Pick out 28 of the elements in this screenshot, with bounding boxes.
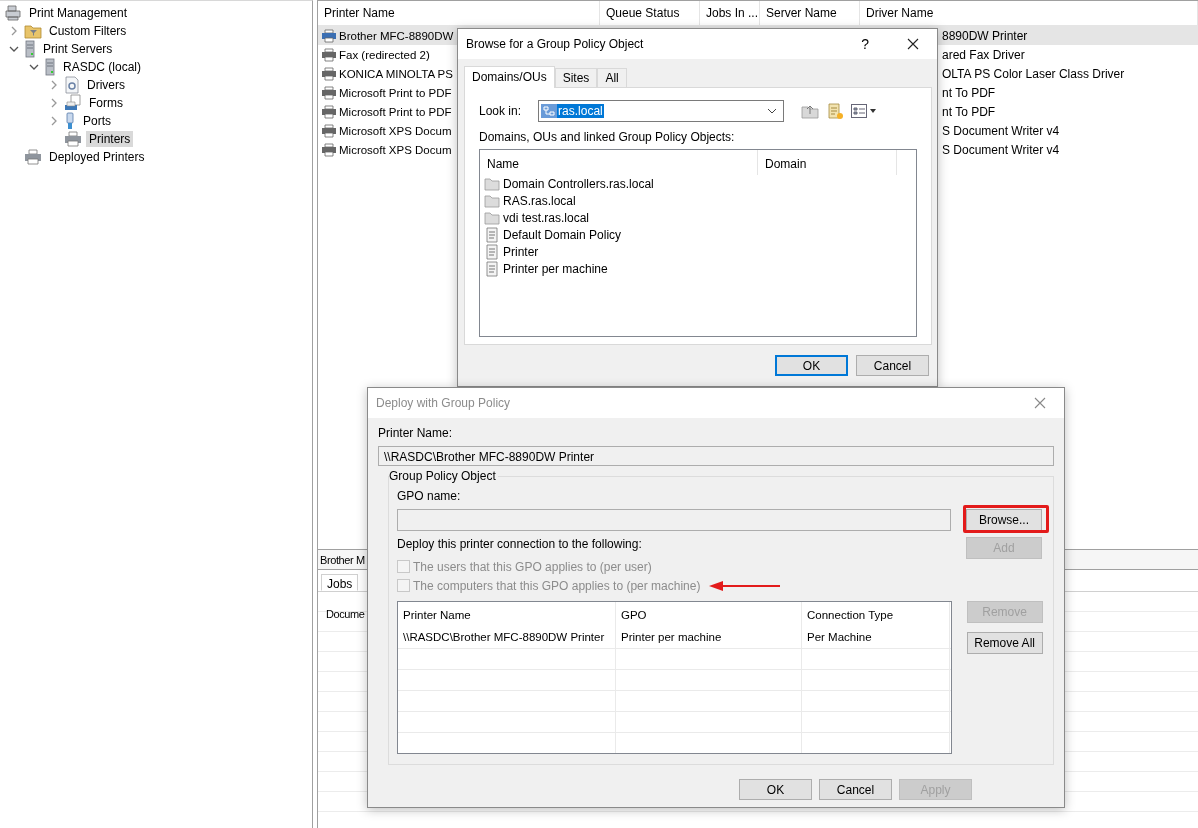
table-cell: \\RASDC\Brother MFC-8890DW Printer	[398, 628, 616, 648]
field-label: Look in:	[479, 104, 522, 118]
table-cell-text: OLTA PS Color Laser Class Driver	[942, 66, 1126, 81]
table-cell: Microsoft Print to PDF	[339, 105, 452, 118]
table-cell-text: S Document Writer v4	[942, 123, 1061, 138]
table-cell: Microsoft XPS Docum	[339, 124, 452, 137]
table-cell: Printer per machine	[616, 628, 802, 648]
table-cell-text: 8890DW Printer	[942, 28, 1029, 43]
checkbox-label: The computers that this GPO applies to (per machine)	[413, 578, 701, 593]
table-cell-text: ared Fax Driver	[942, 47, 1026, 62]
list-label: Domains, OUs and linked Group Policy Objects:	[479, 130, 736, 144]
table-cell-text: nt To PDF	[942, 85, 997, 100]
dialog-title: Deploy with Group Policy	[376, 396, 512, 410]
table-cell-text: nt To PDF	[942, 104, 997, 119]
pane-title: Brother M	[320, 554, 365, 566]
group-title: Group Policy Object	[389, 469, 498, 483]
field-label: Printer Name:	[378, 426, 454, 440]
table-cell-text: S Document Writer v4	[942, 142, 1061, 157]
table-cell: KONICA MINOLTA PS	[339, 67, 453, 80]
table-cell: Microsoft Print to PDF	[339, 86, 452, 99]
table-cell: Microsoft XPS Docum	[339, 143, 452, 156]
table-cell: Fax (redirected 2)	[339, 48, 430, 61]
dialog-title: Browse for a Group Policy Object	[466, 37, 645, 51]
field-label: GPO name:	[397, 489, 462, 503]
section-label: Deploy this printer connection to the following:	[397, 537, 643, 551]
table-cell: Brother MFC-8890DW	[339, 29, 454, 42]
table-cell: Per Machine	[802, 628, 950, 648]
checkbox-label: The users that this GPO applies to (per user)	[413, 559, 652, 574]
